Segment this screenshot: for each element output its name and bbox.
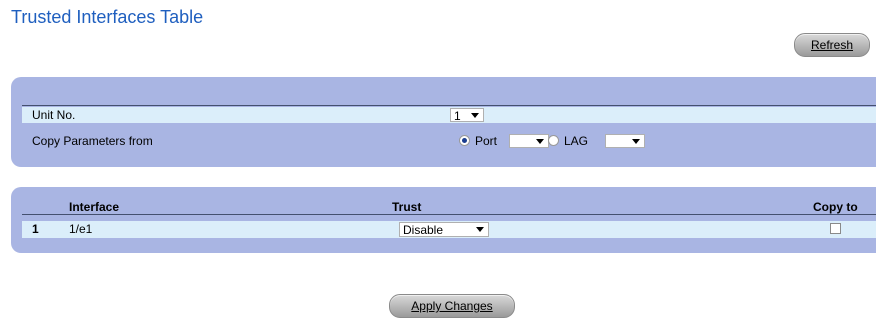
unit-select[interactable]: 1 <box>450 108 484 123</box>
lag-radio[interactable] <box>548 135 559 146</box>
port-select[interactable] <box>509 134 549 148</box>
trust-select-value: Disable <box>403 223 444 237</box>
lag-select[interactable] <box>605 134 645 148</box>
settings-panel: Unit No. 1 Copy Parameters from Port LAG <box>11 77 876 167</box>
port-radio[interactable] <box>459 135 470 146</box>
apply-changes-button[interactable]: Apply Changes <box>389 294 515 318</box>
chevron-down-icon <box>471 113 479 118</box>
refresh-button[interactable]: Refresh <box>794 33 870 57</box>
copy-to-checkbox[interactable] <box>830 223 841 234</box>
trust-header: Trust <box>392 200 422 214</box>
row-index: 1 <box>32 222 39 236</box>
chevron-down-icon <box>632 139 640 144</box>
port-radio-label: Port <box>475 134 498 148</box>
interfaces-table: Interface Trust Copy to 1 1/e1 Disable <box>11 187 876 253</box>
copy-to-header: Copy to <box>813 200 858 214</box>
separator <box>22 214 876 215</box>
chevron-down-icon <box>476 227 484 232</box>
trust-select[interactable]: Disable <box>399 222 489 237</box>
table-row: 1 1/e1 Disable <box>22 221 876 238</box>
chevron-down-icon <box>536 139 544 144</box>
unit-row: Unit No. 1 <box>22 107 876 123</box>
separator <box>22 105 876 106</box>
interface-cell: 1/e1 <box>69 222 93 236</box>
unit-select-value: 1 <box>454 109 461 123</box>
copy-parameters-row: Copy Parameters from Port LAG <box>22 133 876 149</box>
interface-header: Interface <box>69 200 120 214</box>
lag-radio-label: LAG <box>564 134 589 148</box>
page-title: Trusted Interfaces Table <box>11 7 204 27</box>
copy-parameters-label: Copy Parameters from <box>32 134 153 148</box>
unit-label: Unit No. <box>32 108 76 122</box>
